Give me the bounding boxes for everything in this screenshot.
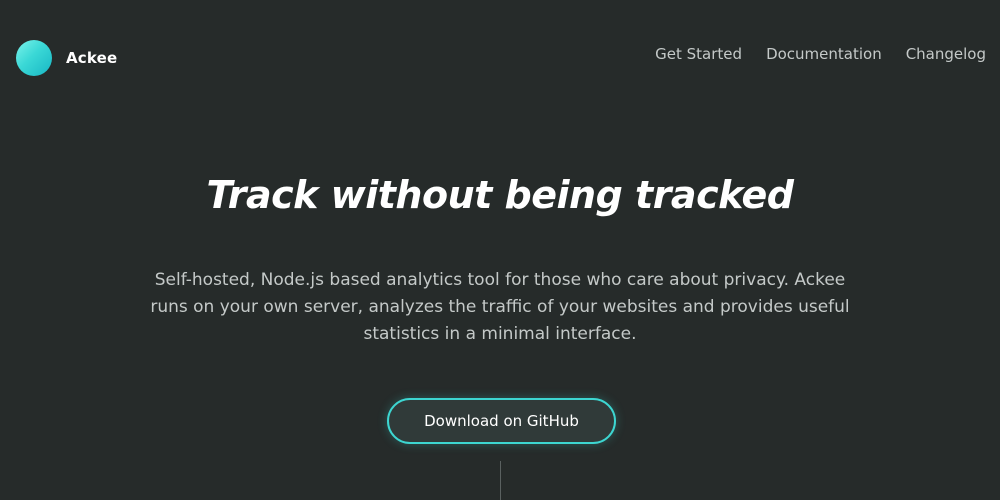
hero-description: Self-hosted, Node.js based analytics too…: [150, 270, 850, 344]
nav-link-changelog[interactable]: Changelog: [906, 45, 986, 63]
nav-link-get-started[interactable]: Get Started: [655, 45, 742, 63]
scroll-indicator-line: [500, 461, 501, 500]
site-header: Ackee Get Started Documentation Changelo…: [0, 0, 1000, 115]
ackee-logo-circle-icon: [16, 40, 52, 76]
main-nav: Get Started Documentation Changelog: [631, 45, 986, 63]
nav-link-documentation[interactable]: Documentation: [766, 45, 882, 63]
logo-text: Ackee: [66, 49, 118, 67]
logo-link[interactable]: Ackee: [16, 40, 117, 76]
download-on-github-button[interactable]: Download on GitHub: [387, 398, 616, 444]
hero-title: Track without being tracked: [206, 173, 794, 217]
